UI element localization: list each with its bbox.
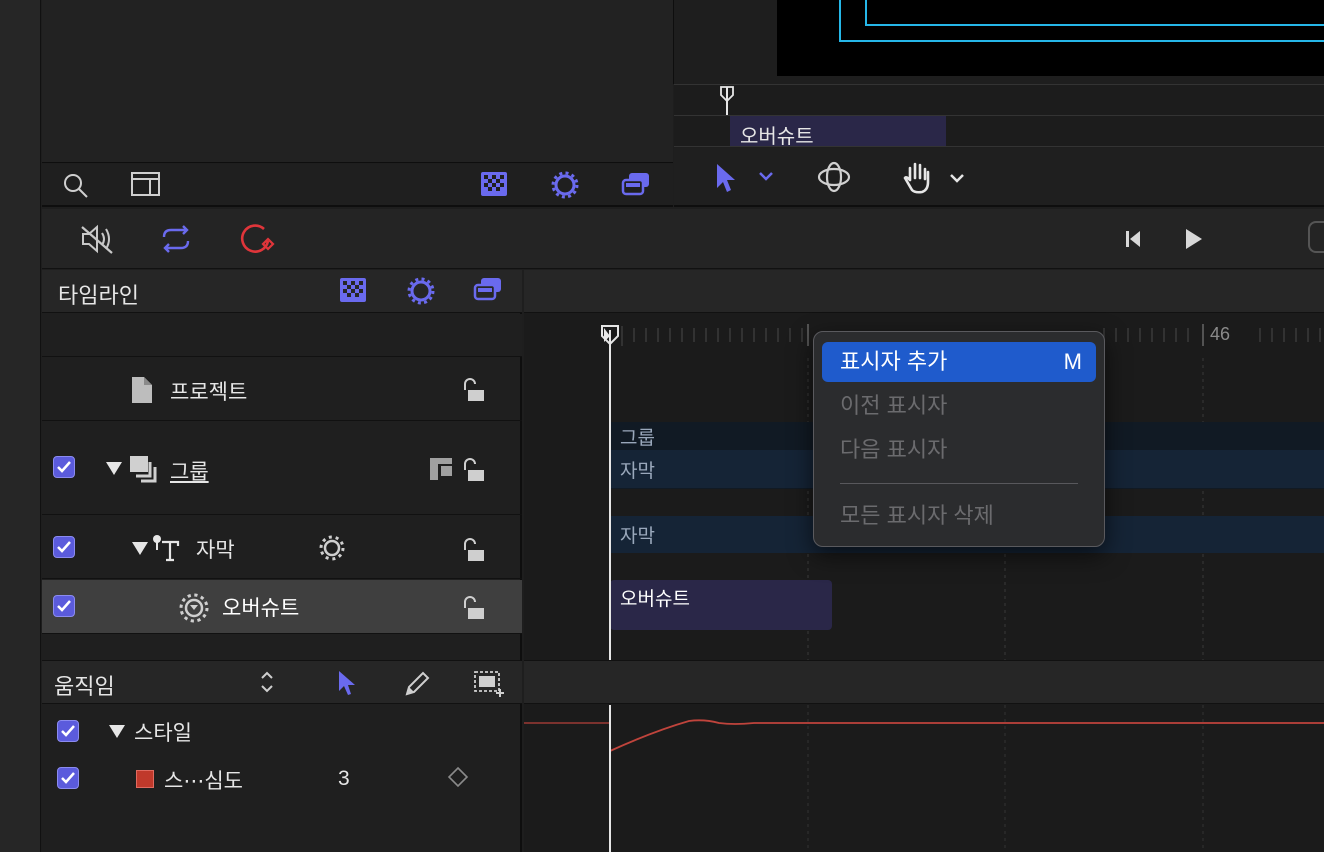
ruler-label-46: 46 — [1210, 324, 1231, 344]
canvas-view[interactable] — [777, 0, 1324, 76]
unlock-icon[interactable] — [460, 596, 488, 622]
layout-toggle-icon[interactable] — [130, 170, 162, 198]
menu-item-delete-all-markers[interactable]: 모든 표시자 삭제 — [822, 496, 1096, 536]
select-arrow-icon[interactable] — [336, 669, 358, 697]
layer-label: 프로젝트 — [170, 381, 248, 404]
keyframe-graph[interactable] — [524, 660, 1324, 852]
layers-icon[interactable] — [620, 170, 652, 200]
menu-item-add-marker[interactable]: 표시자 추가 M — [822, 342, 1096, 382]
title-safe-guide-inner — [865, 0, 1324, 26]
timeline-title: 타임라인 — [58, 283, 139, 308]
chevron-down-icon[interactable] — [758, 170, 774, 182]
playhead-handle-icon[interactable] — [600, 324, 620, 348]
disclosure-triangle-icon[interactable] — [105, 460, 123, 476]
unlock-icon[interactable] — [460, 378, 488, 404]
select-arrow-icon[interactable] — [714, 162, 738, 194]
disclosure-triangle-icon[interactable] — [108, 723, 126, 739]
menu-item-label: 이전 표시자 — [840, 393, 948, 418]
mini-timeline-ruler[interactable] — [674, 84, 1324, 116]
hand-pan-icon[interactable] — [902, 160, 934, 194]
orbit-3d-icon[interactable] — [816, 160, 852, 194]
playhead-line[interactable] — [609, 330, 611, 660]
go-to-start-icon[interactable] — [1122, 227, 1144, 251]
loop-icon[interactable] — [156, 223, 196, 255]
timeline-subheader — [42, 314, 522, 357]
keyframe-header: 움직임 — [42, 661, 522, 704]
param-label: 스타일 — [134, 722, 192, 745]
library-panel — [42, 0, 673, 163]
track-label: 자막 — [620, 526, 655, 547]
mini-playhead-icon[interactable] — [718, 85, 738, 115]
transport-bar — [42, 209, 1324, 269]
layer-enable-checkbox[interactable] — [53, 595, 75, 617]
curve-color-swatch[interactable] — [136, 770, 154, 788]
viewer-panel — [673, 0, 1324, 84]
track-label: 자막 — [620, 461, 655, 482]
isolate-icon[interactable] — [428, 456, 454, 482]
search-icon[interactable] — [62, 172, 90, 200]
menu-item-shortcut: M — [1063, 349, 1082, 374]
behavior-gear-icon[interactable] — [318, 534, 346, 562]
param-value[interactable]: 3 — [338, 767, 350, 791]
marker-context-menu: 표시자 추가 M 이전 표시자 다음 표시자 모든 표시자 삭제 — [813, 331, 1105, 547]
timeline-header: 타임라인 — [42, 270, 522, 313]
checkerboard-icon[interactable] — [480, 171, 508, 197]
layer-row-overshoot[interactable]: 오버슈트 — [42, 580, 522, 634]
group-icon — [130, 456, 157, 483]
menu-item-label: 표시자 추가 — [840, 349, 948, 374]
record-icon[interactable] — [238, 221, 278, 257]
layer-enable-checkbox[interactable] — [53, 536, 75, 558]
track-overshoot[interactable]: 오버슈트 — [610, 580, 832, 630]
keyframe-editor-left: 움직임 스타일 스⋯심도 3 — [42, 660, 522, 852]
text-layer-icon — [153, 535, 180, 562]
pencil-icon[interactable] — [402, 669, 432, 699]
viewer-toolbar — [674, 148, 1324, 207]
updown-chevron-icon[interactable] — [258, 669, 276, 695]
track-label: 그룹 — [620, 428, 655, 449]
mini-overshoot-label: 오버슈트 — [740, 126, 814, 148]
layer-row-group[interactable]: 그룹 — [42, 422, 522, 515]
param-row-style[interactable]: 스타일 — [42, 705, 522, 755]
layer-row-project[interactable]: 프로젝트 — [42, 358, 522, 421]
box-select-icon[interactable] — [472, 669, 506, 699]
gear-icon[interactable] — [550, 170, 580, 200]
behavior-filter-icon — [179, 593, 209, 623]
timecode-display-edge[interactable] — [1308, 221, 1324, 253]
layer-enable-checkbox[interactable] — [53, 456, 75, 478]
param-label: 스⋯심도 — [164, 770, 243, 793]
menu-item-label: 모든 표시자 삭제 — [840, 503, 994, 528]
menu-item-previous-marker[interactable]: 이전 표시자 — [822, 386, 1096, 426]
chevron-down-icon[interactable] — [949, 172, 965, 184]
play-icon[interactable] — [1182, 225, 1206, 253]
param-row-depth[interactable]: 스⋯심도 3 — [42, 755, 522, 805]
gear-icon[interactable] — [406, 276, 436, 306]
mini-timeline-track: 오버슈트 — [674, 116, 1324, 148]
track-label: 오버슈트 — [620, 589, 690, 610]
unlock-icon[interactable] — [460, 538, 488, 564]
library-toolbar — [42, 164, 673, 207]
document-icon — [132, 377, 152, 403]
layer-label: 자막 — [196, 539, 235, 562]
audio-mute-icon[interactable] — [78, 223, 116, 255]
keyframe-title: 움직임 — [54, 674, 115, 699]
unlock-icon[interactable] — [460, 458, 488, 484]
timeline-layers-panel: 타임라인 프로젝트 그룹 자막 오버슈트 — [42, 270, 522, 660]
menu-item-label: 다음 표시자 — [840, 437, 948, 462]
layer-label: 그룹 — [170, 461, 209, 484]
menu-item-next-marker[interactable]: 다음 표시자 — [822, 430, 1096, 470]
mini-overshoot-bar[interactable]: 오버슈트 — [730, 116, 946, 148]
layers-icon[interactable] — [472, 275, 504, 305]
layer-row-caption[interactable]: 자막 — [42, 516, 522, 579]
layer-label: 오버슈트 — [222, 597, 300, 620]
keyframe-curve[interactable] — [524, 705, 1324, 852]
param-enable-checkbox[interactable] — [57, 720, 79, 742]
menu-separator — [840, 483, 1078, 484]
left-edge-strip — [0, 0, 41, 852]
checkerboard-icon[interactable] — [339, 277, 367, 303]
keyframe-diamond-icon[interactable] — [447, 766, 469, 788]
disclosure-triangle-icon[interactable] — [131, 540, 149, 556]
keyframe-graph-header — [524, 661, 1324, 704]
param-enable-checkbox[interactable] — [57, 767, 79, 789]
timeline-tracks-header — [524, 270, 1324, 313]
